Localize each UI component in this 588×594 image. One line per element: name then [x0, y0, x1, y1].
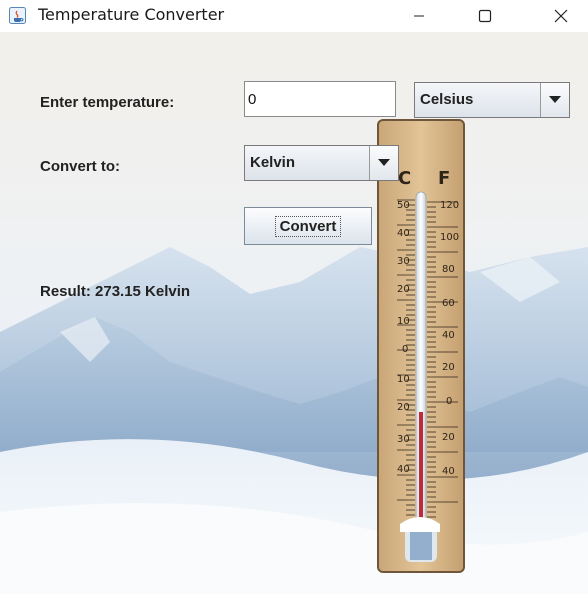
fahrenheit-tick: 20 — [442, 432, 455, 443]
result-text: Result: 273.15 Kelvin — [40, 283, 191, 300]
thermometer-image: C F 50 40 30 20 10 0 10 20 30 40 120 100… — [377, 119, 465, 573]
celsius-tick: 50 — [397, 200, 410, 211]
app-window: Temperature Converter C F 50 40 30 20 10… — [0, 0, 588, 594]
title-bar: Temperature Converter — [0, 0, 588, 32]
thermo-symbol-celsius: C — [398, 168, 411, 189]
from-unit-select[interactable]: Celsius — [414, 82, 570, 118]
java-app-icon — [9, 7, 26, 24]
celsius-tick: 10 — [397, 374, 410, 385]
celsius-tick: 30 — [397, 434, 410, 445]
fahrenheit-tick: 40 — [442, 330, 455, 341]
enter-temperature-label: Enter temperature: — [40, 94, 175, 111]
close-button[interactable] — [538, 0, 584, 32]
fahrenheit-tick: 0 — [446, 396, 452, 407]
minimize-icon — [414, 15, 424, 17]
chevron-down-icon — [378, 159, 390, 166]
chevron-down-icon — [549, 96, 561, 103]
temperature-input[interactable] — [244, 81, 396, 117]
fahrenheit-tick: 20 — [442, 362, 455, 373]
to-unit-value: Kelvin — [250, 154, 296, 171]
convert-button-label: Convert — [274, 215, 342, 237]
thermo-symbol-fahrenheit: F — [438, 168, 450, 189]
close-icon — [554, 9, 568, 23]
maximize-icon — [478, 9, 492, 23]
celsius-tick: 40 — [397, 464, 410, 475]
window-title: Temperature Converter — [38, 5, 225, 24]
from-unit-dropdown-button[interactable] — [540, 83, 569, 117]
content-panel: C F 50 40 30 20 10 0 10 20 30 40 120 100… — [0, 32, 588, 594]
to-unit-select[interactable]: Kelvin — [244, 145, 399, 181]
celsius-tick: 0 — [402, 344, 408, 355]
maximize-button[interactable] — [462, 0, 508, 32]
celsius-tick: 20 — [397, 402, 410, 413]
fahrenheit-tick: 40 — [442, 466, 455, 477]
to-unit-dropdown-button[interactable] — [369, 146, 398, 180]
fahrenheit-tick: 80 — [442, 264, 455, 275]
from-unit-value: Celsius — [420, 91, 474, 108]
fahrenheit-tick: 100 — [440, 232, 459, 243]
minimize-button[interactable] — [396, 0, 442, 32]
celsius-tick: 20 — [397, 284, 410, 295]
convert-button[interactable]: Convert — [244, 207, 372, 245]
fahrenheit-tick: 60 — [442, 298, 455, 309]
convert-to-label: Convert to: — [40, 158, 120, 175]
